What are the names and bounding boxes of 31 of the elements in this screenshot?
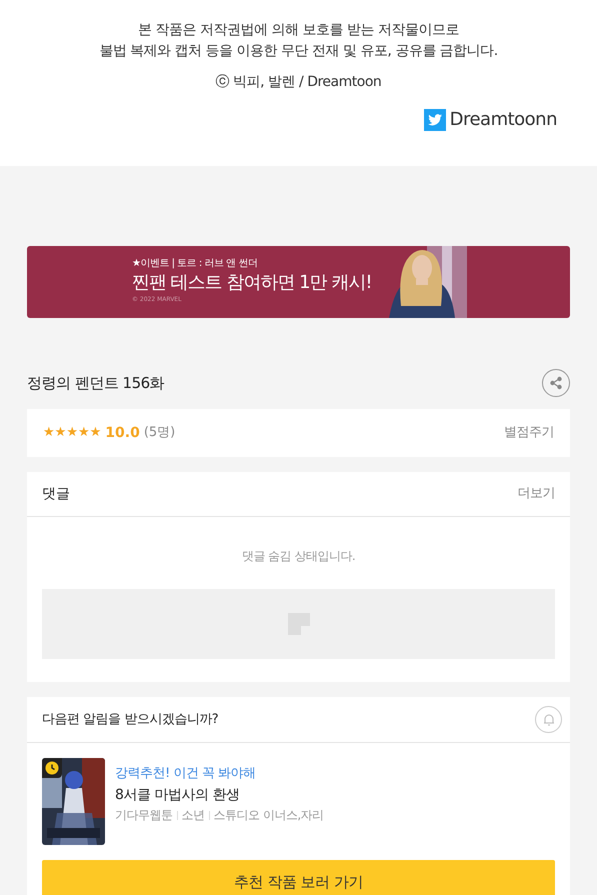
- bell-icon: [542, 712, 556, 726]
- more-link[interactable]: 더보기: [518, 484, 555, 504]
- notice-text: 불법 복제와 캡처 등을 이용한 무단 전재 및 유포, 공유를 금합니다.: [99, 42, 498, 61]
- share-icon: [549, 376, 563, 390]
- rate-link[interactable]: 별점주기: [504, 423, 554, 443]
- banner-kicker: ★이벤트 | 토르 : 러브 앤 썬더: [132, 257, 258, 271]
- episode-title: 정령의 펜던트 156화: [27, 372, 164, 394]
- twitter-handle[interactable]: Dreamtoonn: [450, 106, 557, 133]
- comments-title: 댓글: [42, 484, 70, 504]
- star-icon: ★: [66, 423, 78, 443]
- bird-icon: [424, 108, 446, 130]
- clock-icon: [45, 761, 59, 775]
- rating-count: (5명): [144, 424, 176, 442]
- star-icon: ★: [43, 423, 55, 443]
- star-icon: ★: [90, 423, 102, 443]
- rating-score: 10.0: [105, 424, 140, 442]
- banner-headline: 찐팬 테스트 참여하면 1만 캐시!: [132, 271, 372, 295]
- copyright-text: ⓒ 빅피, 발렌 / Dreamtoon: [216, 73, 382, 92]
- star-icon: ★: [54, 423, 66, 443]
- recommend-tagline: 강력추천! 이건 꼭 봐야해: [115, 765, 257, 783]
- star-icon: ★: [78, 423, 90, 443]
- meta-text: 기다무웹툰: [115, 807, 172, 824]
- recommend-title[interactable]: 8서클 마법사의 환생: [115, 784, 324, 806]
- notify-question: 다음편 알림을 받으시겠습니까?: [42, 710, 218, 729]
- share-button[interactable]: [542, 369, 570, 397]
- recommend-button[interactable]: 추천 작품 보러 가기: [42, 860, 555, 895]
- meta-text: 스튜디오 이너스,자리: [214, 807, 324, 824]
- hidden-message: 댓글 숨김 상태입니다.: [240, 548, 356, 565]
- meta-text: 소년: [182, 807, 204, 824]
- bell-button[interactable]: [535, 706, 562, 733]
- notice-text: 본 작품은 저작권법에 의해 보호를 받는 저작물이므로: [138, 21, 459, 40]
